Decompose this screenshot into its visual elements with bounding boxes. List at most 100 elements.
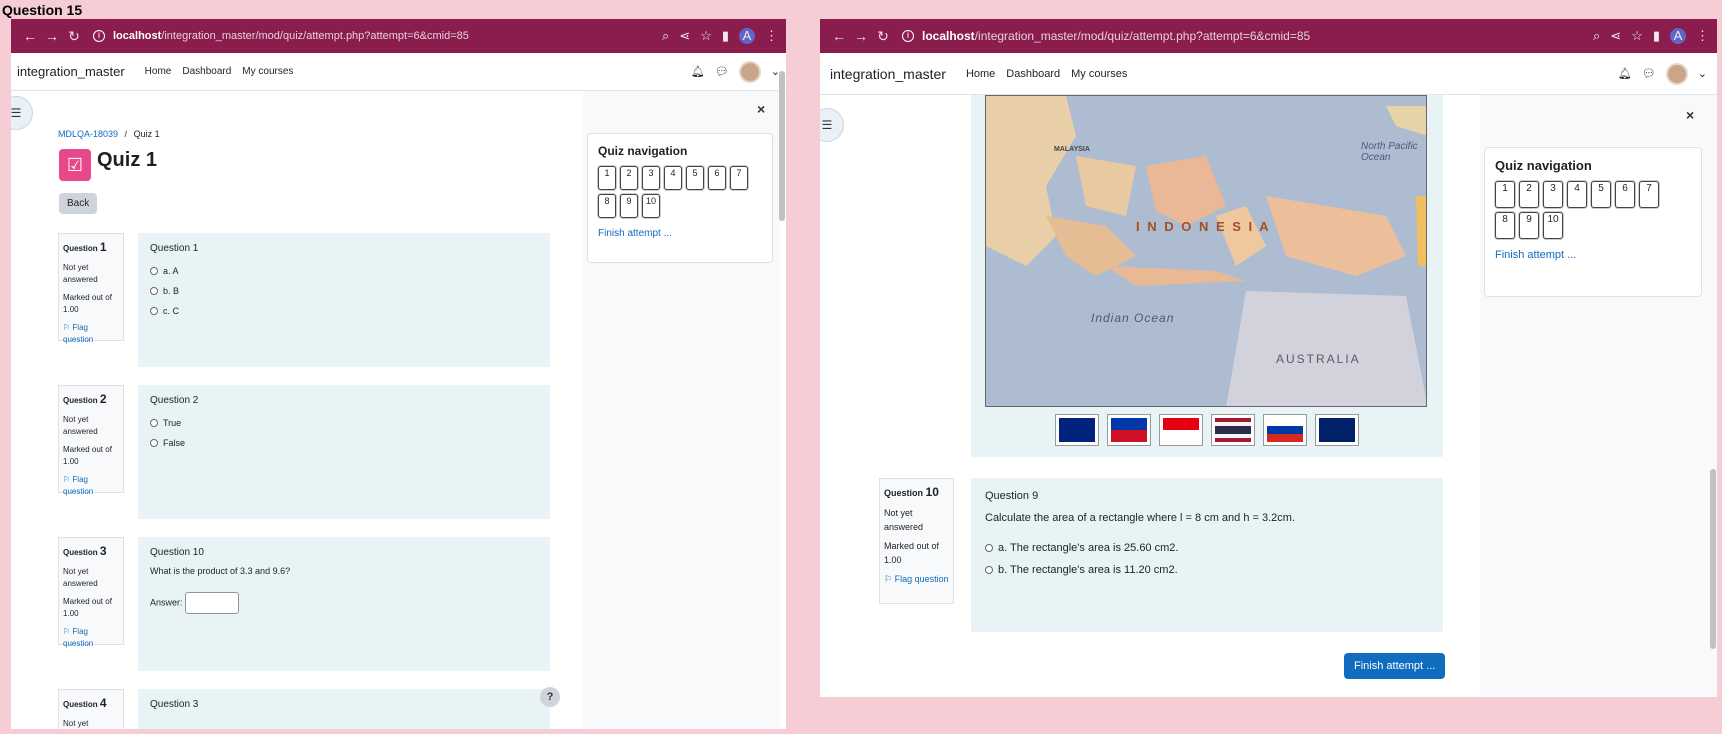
flag-question-link[interactable]: ⚐ Flag question [63, 322, 119, 346]
zoom-icon[interactable]: ⌕ [1593, 28, 1600, 44]
radio-button[interactable] [150, 287, 158, 295]
finish-attempt-link[interactable]: Finish attempt ... [1495, 249, 1691, 261]
radio-button[interactable] [985, 566, 993, 574]
flag-option-thailand[interactable] [1211, 414, 1255, 446]
flag-option-uk[interactable] [1315, 414, 1359, 446]
share-icon[interactable]: ⋖ [679, 28, 690, 44]
url-host: localhost [922, 29, 975, 43]
nav-dashboard[interactable]: Dashboard [1006, 68, 1060, 80]
course-index-icon[interactable]: ☰ [11, 96, 33, 130]
info-icon[interactable]: i [93, 30, 105, 42]
flag-question-link[interactable]: ⚐ Flag question [884, 573, 949, 587]
quiz-nav-button-3[interactable]: 3 [1543, 181, 1563, 208]
chat-icon[interactable]: 💬︎ [715, 65, 729, 78]
breadcrumb-current: Quiz 1 [133, 129, 160, 139]
quiz-nav-button-3[interactable]: 3 [642, 166, 660, 190]
finish-attempt-link[interactable]: Finish attempt ... [598, 228, 762, 239]
menu-dots-icon[interactable]: ⋮ [765, 28, 778, 44]
radio-button[interactable] [150, 439, 158, 447]
nav-home[interactable]: Home [966, 68, 995, 80]
question-number: 3 [99, 544, 107, 558]
star-icon[interactable]: ☆ [700, 28, 712, 44]
nav-dashboard[interactable]: Dashboard [182, 66, 231, 77]
quiz-nav-button-5[interactable]: 5 [686, 166, 704, 190]
nav-my-courses[interactable]: My courses [1071, 68, 1127, 80]
quiz-nav-button-4[interactable]: 4 [664, 166, 682, 190]
flag-option-australia[interactable] [1055, 414, 1099, 446]
answer-label: Answer: [150, 597, 183, 608]
quiz-nav-button-10[interactable]: 10 [1543, 212, 1563, 239]
site-brand[interactable]: integration_master [17, 64, 125, 79]
option-true[interactable]: True [150, 418, 538, 428]
avatar[interactable] [738, 60, 761, 83]
quiz-nav-button-9[interactable]: 9 [1519, 212, 1539, 239]
info-icon[interactable]: i [902, 30, 914, 42]
share-icon[interactable]: ⋖ [1610, 28, 1621, 44]
back-button[interactable]: Back [59, 193, 98, 214]
option-b[interactable]: b. B [150, 286, 538, 296]
quiz-navigation-panel: Quiz navigation 1 2 3 4 5 6 7 8 9 10 Fin… [587, 133, 773, 263]
quiz-nav-button-2[interactable]: 2 [620, 166, 638, 190]
reload-icon[interactable]: ↻ [63, 28, 85, 45]
nav-my-courses[interactable]: My courses [242, 66, 293, 77]
quiz-nav-button-4[interactable]: 4 [1567, 181, 1587, 208]
quiz-nav-button-8[interactable]: 8 [598, 194, 616, 218]
quiz-nav-button-7[interactable]: 7 [1639, 181, 1659, 208]
course-index-icon[interactable]: ☰ [820, 108, 844, 142]
quiz-nav-button-6[interactable]: 6 [1615, 181, 1635, 208]
bell-icon[interactable]: 🔔︎ [1618, 67, 1632, 80]
forward-arrow-icon[interactable]: → [850, 28, 872, 44]
quiz-nav-button-1[interactable]: 1 [1495, 181, 1515, 208]
quiz-nav-button-6[interactable]: 6 [708, 166, 726, 190]
flag-option-russia[interactable] [1263, 414, 1307, 446]
finish-attempt-button[interactable]: Finish attempt ... [1344, 653, 1446, 679]
back-arrow-icon[interactable]: ← [19, 28, 41, 44]
quiz-nav-button-10[interactable]: 10 [642, 194, 660, 218]
radio-button[interactable] [150, 307, 158, 315]
bell-icon[interactable]: 🔔︎ [691, 65, 705, 78]
flag-option-indonesia[interactable] [1159, 414, 1203, 446]
quiz-nav-button-9[interactable]: 9 [620, 194, 638, 218]
option-a[interactable]: a. The rectangle's area is 25.60 cm2. [985, 542, 1429, 554]
quiz-nav-button-8[interactable]: 8 [1495, 212, 1515, 239]
scrollbar[interactable] [779, 71, 785, 221]
flag-option-philippines[interactable] [1107, 414, 1151, 446]
option-c[interactable]: c. C [150, 306, 538, 316]
flag-question-link[interactable]: ⚐ Flag question [63, 474, 119, 498]
question-prefix: Question [63, 396, 98, 405]
close-drawer-icon[interactable]: × [1686, 107, 1694, 123]
radio-button[interactable] [150, 267, 158, 275]
option-a[interactable]: a. A [150, 266, 538, 276]
quiz-nav-button-1[interactable]: 1 [598, 166, 616, 190]
star-icon[interactable]: ☆ [1631, 28, 1643, 44]
quiz-nav-button-7[interactable]: 7 [730, 166, 748, 190]
close-drawer-icon[interactable]: × [757, 101, 765, 117]
address-bar[interactable]: i localhost/integration_master/mod/quiz/… [902, 29, 1593, 43]
chat-icon[interactable]: 💬︎ [1642, 67, 1656, 80]
back-arrow-icon[interactable]: ← [828, 28, 850, 44]
zoom-icon[interactable]: ⌕ [662, 28, 669, 44]
option-false[interactable]: False [150, 438, 538, 448]
breadcrumb-course[interactable]: MDLQA-18039 [58, 129, 118, 139]
reload-icon[interactable]: ↻ [872, 28, 894, 45]
profile-icon[interactable]: A [739, 28, 755, 44]
quiz-nav-button-5[interactable]: 5 [1591, 181, 1611, 208]
answer-input[interactable] [184, 592, 239, 614]
nav-home[interactable]: Home [145, 66, 172, 77]
help-button[interactable]: ? [540, 687, 560, 707]
site-brand[interactable]: integration_master [830, 66, 946, 82]
menu-dots-icon[interactable]: ⋮ [1696, 28, 1709, 44]
forward-arrow-icon[interactable]: → [41, 28, 63, 44]
address-bar[interactable]: i localhost/integration_master/mod/quiz/… [93, 30, 662, 42]
sidepanel-icon[interactable]: ▮ [1653, 28, 1660, 44]
profile-icon[interactable]: A [1670, 28, 1686, 44]
flag-question-link[interactable]: ⚐ Flag question [63, 626, 119, 650]
quiz-nav-button-2[interactable]: 2 [1519, 181, 1539, 208]
scrollbar[interactable] [1710, 469, 1716, 649]
chevron-down-icon[interactable]: ⌄ [1698, 67, 1707, 80]
radio-button[interactable] [150, 419, 158, 427]
avatar[interactable] [1665, 62, 1688, 85]
option-b[interactable]: b. The rectangle's area is 11.20 cm2. [985, 564, 1429, 576]
radio-button[interactable] [985, 544, 993, 552]
sidepanel-icon[interactable]: ▮ [722, 28, 729, 44]
